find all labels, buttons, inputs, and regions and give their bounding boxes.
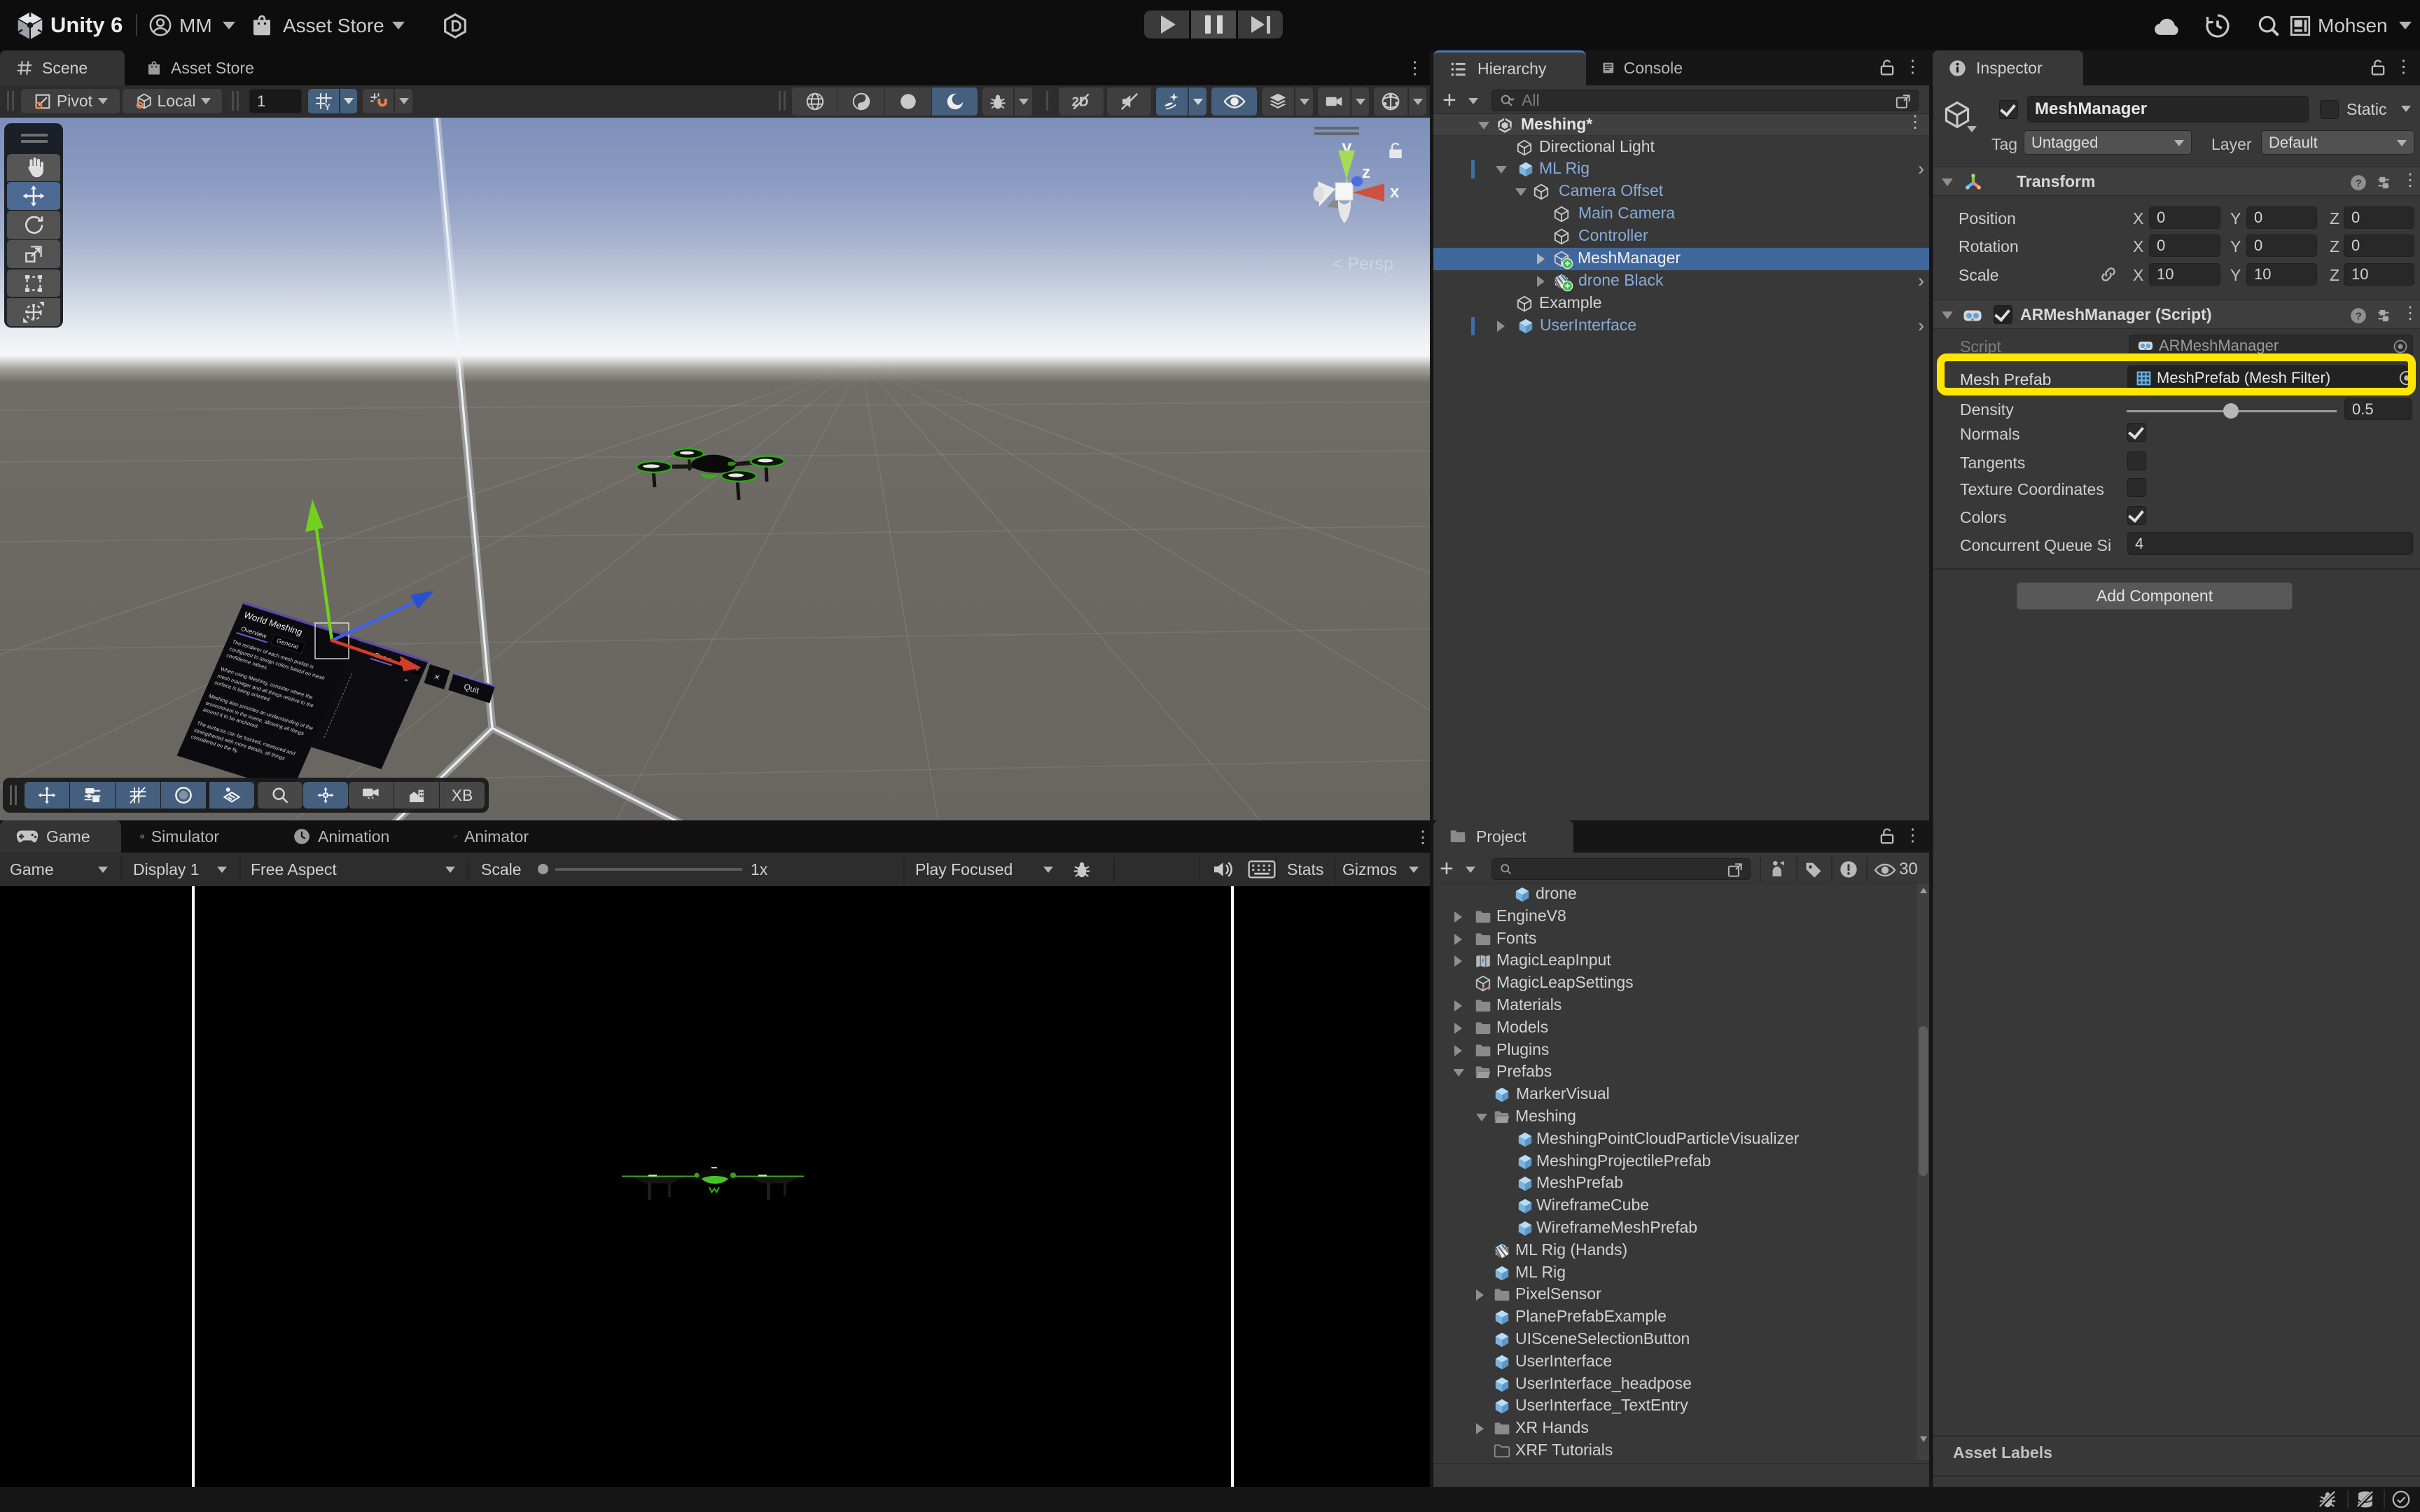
svg-text:Y: Y [324,102,331,111]
svg-text:?: ? [2356,310,2362,322]
svg-text:x: x [1390,183,1400,202]
svg-text:?: ? [2356,177,2362,189]
svg-text:z: z [1362,163,1370,182]
svg-text:< Persp: < Persp [1333,254,1393,274]
